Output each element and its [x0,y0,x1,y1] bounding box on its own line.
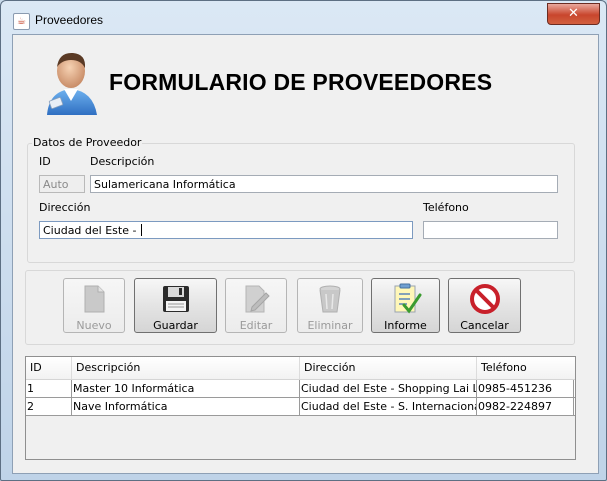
edit-pencil-icon [245,285,270,313]
java-icon[interactable]: ☕ [13,13,30,30]
address-label: Dirección [39,201,91,214]
table-row[interactable]: 2 Nave Informática Ciudad del Este - S. … [26,398,575,416]
phone-label: Teléfono [423,201,469,214]
id-field: Auto [39,175,85,193]
column-header-id[interactable]: ID [26,357,72,379]
cancel-no-icon [470,284,500,314]
address-value: Ciudad del Este - [43,224,140,237]
edit-button-label: Editar [239,319,273,332]
column-header-address[interactable]: Dirección [300,357,477,379]
window-title: Proveedores [35,13,104,27]
cell-id: 1 [26,380,72,397]
group-title: Datos de Proveedor [32,136,143,149]
table-header: ID Descripción Dirección Teléfono [26,357,575,380]
new-document-icon [84,285,105,313]
edit-button[interactable]: Editar [225,278,287,333]
title-bar[interactable]: ☕ Proveedores ✕ [1,1,606,33]
suppliers-table[interactable]: ID Descripción Dirección Teléfono 1 Mast… [25,356,576,460]
new-button-label: Nuevo [76,319,112,332]
cell-phone: 0982-224897 [477,398,574,415]
text-caret [140,224,142,236]
phone-field[interactable] [423,221,558,239]
column-header-phone[interactable]: Teléfono [477,357,575,379]
address-field[interactable]: Ciudad del Este - [39,221,413,239]
cell-address: Ciudad del Este - S. Internacional [301,398,477,415]
table-row[interactable]: 1 Master 10 Informática Ciudad del Este … [26,380,575,398]
report-button[interactable]: Informe [371,278,440,333]
cell-description: Master 10 Informática [72,380,300,397]
trash-can-icon [319,285,341,313]
cell-phone: 0985-451236 [477,380,574,397]
form-client-area: FORMULARIO DE PROVEEDORES Datos de Prove… [12,34,599,474]
new-button[interactable]: Nuevo [63,278,125,333]
save-button-label: Guardar [153,319,198,332]
window: ☕ Proveedores ✕ FORMULARIO DE PROVEEDORE… [0,0,607,481]
cancel-button-label: Cancelar [460,319,509,332]
column-header-description[interactable]: Descripción [72,357,300,379]
id-label: ID [39,155,51,168]
description-label: Descripción [90,155,155,168]
delete-button-label: Eliminar [307,319,353,332]
description-field[interactable]: Sulamericana Informática [90,175,558,193]
delete-button[interactable]: Eliminar [297,278,363,333]
report-checklist-icon [394,283,422,314]
report-button-label: Informe [384,319,427,332]
cell-description: Nave Informática [72,398,300,415]
floppy-disk-icon [163,286,189,312]
user-avatar-icon [47,52,97,115]
cell-address: Ciudad del Este - Shopping Lai Lai [301,380,477,397]
close-button[interactable]: ✕ [547,3,600,25]
cancel-button[interactable]: Cancelar [448,278,521,333]
save-button[interactable]: Guardar [134,278,217,333]
cell-id: 2 [26,398,72,415]
page-title: FORMULARIO DE PROVEEDORES [109,69,493,95]
